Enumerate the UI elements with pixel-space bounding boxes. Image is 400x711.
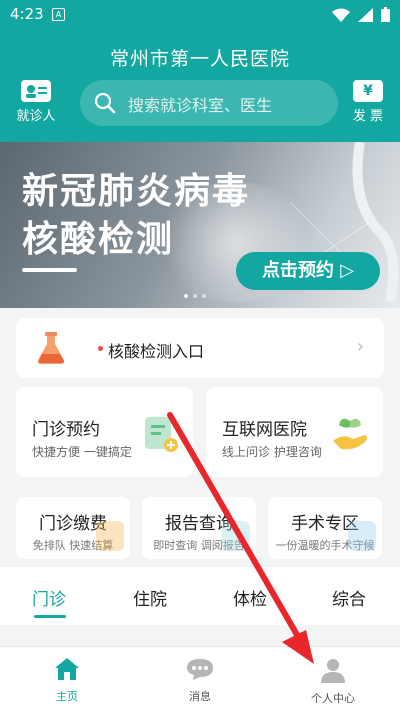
patient-button[interactable]: 就诊人	[10, 80, 62, 124]
book-now-button[interactable]: 点击预约 ▷	[236, 252, 380, 290]
tab-outpatient[interactable]: 门诊	[32, 585, 66, 610]
invoice-symbol: ¥	[363, 83, 373, 99]
app-header: 常州市第一人民医院 就诊人 搜索就诊科室、医生 ¥ 发 票	[0, 30, 400, 142]
payment-icon	[96, 521, 124, 551]
search-placeholder: 搜索就诊科室、医生	[128, 96, 273, 115]
bottom-nav: 主页 消息 个人中心	[0, 646, 400, 711]
active-tab-indicator	[34, 615, 66, 618]
status-bar: 4:23 A	[0, 0, 400, 30]
pager-dot	[193, 294, 197, 298]
booking-document-icon	[145, 417, 178, 452]
tab-checkup[interactable]: 体检	[233, 585, 267, 610]
status-icons	[332, 7, 390, 22]
banner-title-line1: 新冠肺炎病毒	[22, 171, 251, 212]
care-hand-icon	[333, 418, 367, 450]
id-card-icon	[21, 80, 51, 102]
card-subtitle: 快捷方便 一键搞定	[32, 445, 132, 459]
pager-dot	[202, 294, 206, 298]
signal-icon	[358, 7, 373, 22]
search-icon	[94, 92, 116, 114]
invoice-button-label: 发 票	[352, 109, 384, 124]
card-title: 互联网医院	[222, 420, 307, 440]
surgery-zone-card[interactable]: 手术专区 一份温暖的手术守候	[268, 497, 382, 559]
status-time: 4:23	[10, 5, 44, 23]
battery-icon	[381, 7, 390, 22]
tab-general[interactable]: 综合	[332, 585, 366, 610]
category-tabs: 门诊 住院 体检 综合	[0, 567, 400, 625]
patient-button-label: 就诊人	[16, 109, 56, 124]
nav-messages-label: 消息	[189, 690, 211, 703]
red-dot	[98, 346, 103, 351]
outpatient-payment-card[interactable]: 门诊缴费 免排队 快速结算	[16, 497, 130, 559]
nav-messages[interactable]: 消息	[155, 657, 245, 704]
promo-banner[interactable]: 新冠肺炎病毒 核酸检测 点击预约 ▷	[0, 142, 400, 308]
banner-pager	[184, 294, 206, 298]
home-icon	[55, 658, 79, 680]
outpatient-booking-card[interactable]: 门诊预约 快捷方便 一键搞定	[16, 387, 193, 477]
surgery-icon	[348, 521, 376, 551]
pager-dot	[184, 294, 188, 298]
invoice-icon: ¥	[353, 80, 383, 102]
banner-underline	[22, 268, 77, 272]
card-title: 门诊预约	[32, 420, 100, 440]
nav-profile-label: 个人中心	[311, 692, 355, 705]
sim-icon: A	[52, 8, 65, 21]
card-subtitle: 线上问诊 护理咨询	[222, 445, 322, 459]
profile-icon	[321, 659, 345, 683]
report-query-card[interactable]: 报告查询 即时查询 调阅报告	[142, 497, 256, 559]
internet-hospital-card[interactable]: 互联网医院 线上问诊 护理咨询	[206, 387, 383, 477]
tab-inpatient[interactable]: 住院	[133, 585, 167, 610]
chevron-right-icon: ›	[356, 336, 364, 357]
nucleic-test-entry[interactable]: 核酸检测入口 ›	[16, 318, 384, 378]
wifi-icon	[332, 8, 350, 22]
invoice-button[interactable]: ¥ 发 票	[342, 80, 394, 124]
hospital-title: 常州市第一人民医院	[109, 48, 290, 70]
nav-home[interactable]: 主页	[22, 657, 112, 704]
report-icon	[222, 521, 250, 551]
message-icon	[187, 659, 213, 680]
nav-home-label: 主页	[56, 690, 78, 703]
banner-title-line2: 核酸检测	[22, 219, 175, 260]
search-input[interactable]: 搜索就诊科室、医生	[80, 80, 338, 126]
nucleic-test-label: 核酸检测入口	[108, 342, 205, 361]
nav-profile[interactable]: 个人中心	[288, 657, 378, 706]
flask-icon	[37, 332, 65, 364]
